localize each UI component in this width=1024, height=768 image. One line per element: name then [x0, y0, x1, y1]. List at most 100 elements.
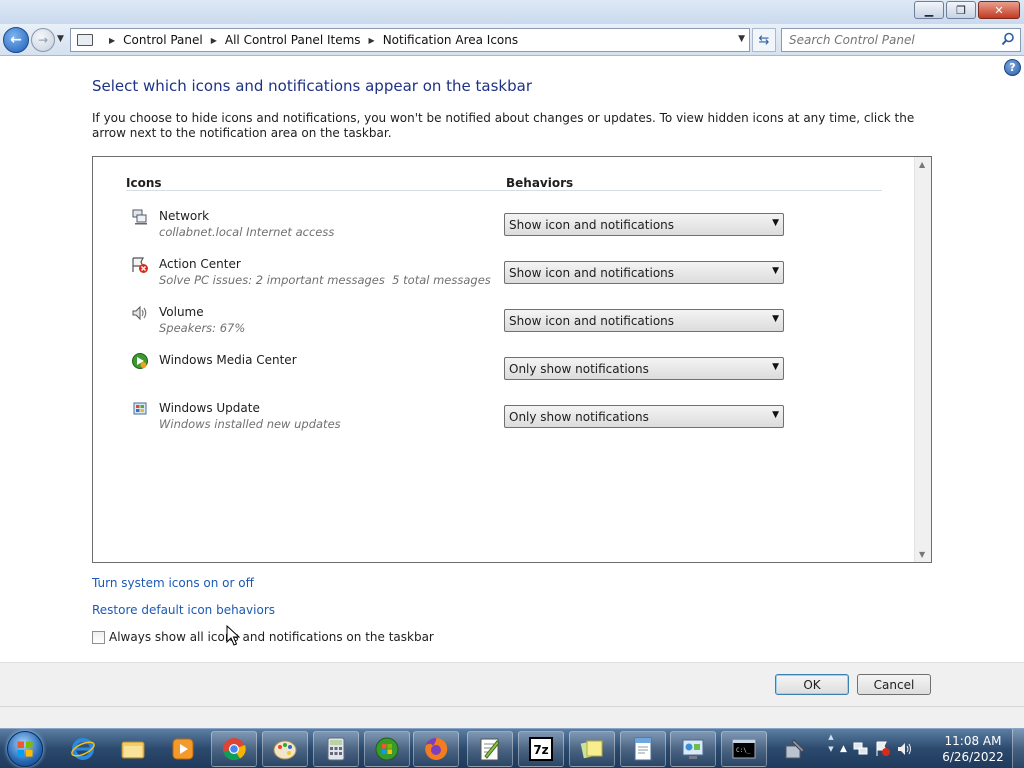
breadcrumb-separator-icon[interactable]: ▶	[109, 36, 115, 45]
turn-system-icons-link[interactable]: Turn system icons on or off	[92, 576, 254, 590]
chevron-down-icon: ▼	[57, 34, 64, 44]
taskbar-file-explorer[interactable]	[110, 731, 156, 767]
recent-pages-button[interactable]: ▼	[57, 34, 64, 44]
taskbar-control-panel[interactable]	[670, 731, 716, 767]
help-button[interactable]: ?	[1004, 59, 1021, 76]
firefox-icon	[425, 737, 448, 760]
taskbar-internet-explorer[interactable]	[60, 731, 106, 767]
help-icon: ?	[1009, 61, 1016, 74]
show-desktop-button[interactable]	[1012, 729, 1024, 768]
taskbar-media-center[interactable]	[364, 731, 410, 767]
network-tray-icon[interactable]	[853, 741, 869, 757]
taskbar-paint[interactable]	[262, 731, 308, 767]
list-item: Network collabnet.local Internet access …	[131, 205, 891, 245]
behavior-value: Show icon and notifications	[509, 265, 675, 280]
chevron-down-icon: ▼	[772, 410, 779, 420]
always-show-row: Always show all icons and notifications …	[92, 630, 434, 644]
system-clock[interactable]: 11:08 AM 6/26/2022	[938, 733, 1008, 765]
column-header-icons: Icons	[126, 176, 162, 190]
breadcrumb-all-items[interactable]: All Control Panel Items	[225, 33, 361, 47]
media-center-icon	[375, 737, 399, 761]
navigation-bar: ← → ▼ ▶ Control Panel ▶ All Control Pane…	[0, 24, 1024, 56]
close-button[interactable]: ✕	[978, 1, 1020, 19]
minimize-button[interactable]: ▁	[914, 1, 944, 19]
taskbar-tools[interactable]	[772, 731, 818, 767]
list-scrollbar[interactable]: ▲ ▼	[914, 157, 931, 562]
breadcrumb-separator-icon[interactable]: ▶	[211, 36, 217, 45]
behavior-dropdown-volume[interactable]: Show icon and notifications ▼	[504, 309, 784, 332]
search-input[interactable]	[782, 29, 992, 51]
refresh-button[interactable]: ⇆	[752, 28, 776, 52]
address-bar[interactable]: ▶ Control Panel ▶ All Control Panel Item…	[70, 28, 750, 52]
taskbar-7-zip[interactable]: 7z	[518, 731, 564, 767]
close-icon: ✕	[994, 3, 1004, 17]
taskbar-scroll[interactable]: ▲ ▼	[826, 731, 836, 767]
restore-defaults-link[interactable]: Restore default icon behaviors	[92, 603, 275, 617]
volume-tray-icon[interactable]	[897, 741, 913, 757]
start-button[interactable]	[2, 730, 48, 768]
chevron-down-icon: ▼	[772, 314, 779, 324]
taskbar-sticky-notes[interactable]	[569, 731, 615, 767]
behavior-value: Show icon and notifications	[509, 313, 675, 328]
chrome-icon	[223, 738, 246, 761]
calculator-icon	[327, 737, 345, 761]
forward-button[interactable]: →	[31, 28, 55, 52]
breadcrumb-control-panel[interactable]: Control Panel	[123, 33, 203, 47]
list-item: Action Center Solve PC issues: 2 importa…	[131, 253, 891, 293]
page-title: Select which icons and notifications app…	[92, 77, 532, 95]
mouse-cursor-icon	[226, 625, 240, 646]
maximize-button[interactable]: ❐	[946, 1, 976, 19]
paint-icon	[273, 740, 297, 760]
7-zip-icon: 7z	[529, 737, 553, 761]
row-name: Volume	[159, 305, 204, 319]
row-description: Windows installed new updates	[159, 417, 341, 431]
minimize-icon: ▁	[924, 3, 934, 17]
restore-icon: ❐	[956, 3, 966, 17]
notepad-plus-plus-icon	[480, 738, 500, 761]
address-dropdown-icon[interactable]: ▼	[738, 34, 745, 44]
command-prompt-icon: C:\_	[732, 739, 756, 759]
network-icon	[132, 209, 147, 225]
notification-icons-list: Icons Behaviors Network collabnet.local …	[92, 156, 932, 563]
behavior-value: Show icon and notifications	[509, 217, 675, 232]
search-box	[781, 28, 1021, 52]
cancel-button[interactable]: Cancel	[857, 674, 931, 695]
sticky-notes-icon	[580, 740, 603, 759]
header-divider	[126, 190, 882, 191]
behavior-dropdown-action-center[interactable]: Show icon and notifications ▼	[504, 261, 784, 284]
search-icon[interactable]	[1001, 32, 1015, 46]
taskbar-wordpad[interactable]	[620, 731, 666, 767]
back-button[interactable]: ←	[3, 27, 29, 53]
taskbar-calculator[interactable]	[313, 731, 359, 767]
taskbar-firefox[interactable]	[413, 731, 459, 767]
breadcrumb-separator-icon[interactable]: ▶	[369, 36, 375, 45]
scroll-up-icon[interactable]: ▲	[919, 160, 925, 169]
taskbar-command-prompt[interactable]: C:\_	[721, 731, 767, 767]
behavior-dropdown-network[interactable]: Show icon and notifications ▼	[504, 213, 784, 236]
scroll-down-icon[interactable]: ▼	[919, 550, 925, 559]
show-hidden-icons-chevron-icon[interactable]: ▲	[840, 744, 847, 754]
breadcrumb-notification-area-icons[interactable]: Notification Area Icons	[383, 33, 518, 47]
row-name: Network	[159, 209, 210, 223]
always-show-label[interactable]: Always show all icons and notifications …	[109, 630, 434, 644]
row-name: Windows Update	[159, 401, 260, 415]
windows-update-icon	[133, 402, 147, 415]
action-center-tray-icon[interactable]	[875, 741, 891, 757]
always-show-checkbox[interactable]	[92, 630, 105, 644]
window-controls: ▁ ❐ ✕	[914, 1, 1020, 19]
refresh-icon: ⇆	[758, 32, 770, 48]
taskbar-chrome[interactable]	[211, 731, 257, 767]
behavior-dropdown-windows-update[interactable]: Only show notifications ▼	[504, 405, 784, 428]
clock-date: 6/26/2022	[942, 750, 1004, 764]
windows-logo-icon	[7, 731, 43, 767]
behavior-dropdown-media-center[interactable]: Only show notifications ▼	[504, 357, 784, 380]
row-name: Windows Media Center	[159, 353, 297, 367]
taskbar-notepad-plus-plus[interactable]	[467, 731, 513, 767]
ok-button[interactable]: OK	[775, 674, 849, 695]
chevron-down-icon: ▼	[772, 362, 779, 372]
taskbar: 7z C:\_ ▲ ▼ ▲ 11:08 AM 6/26/2022	[0, 728, 1024, 768]
taskbar-media-player[interactable]	[160, 731, 206, 767]
action-center-icon	[132, 257, 148, 273]
row-name: Action Center	[159, 257, 241, 271]
list-item: Volume Speakers: 67% Show icon and notif…	[131, 301, 891, 341]
